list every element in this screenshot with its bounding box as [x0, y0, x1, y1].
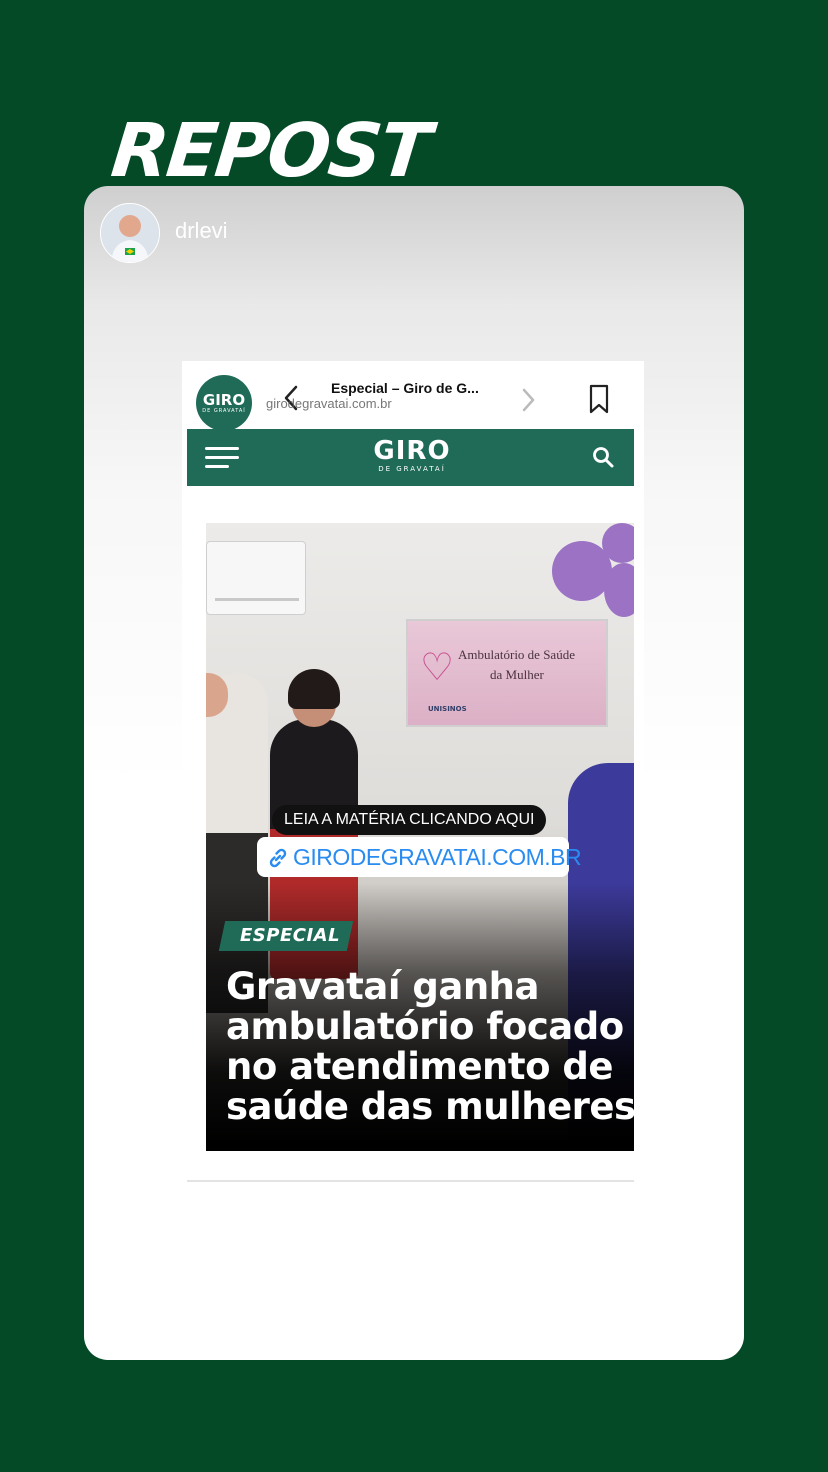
headline: Gravataí ganha ambulatório focado no ate…	[226, 967, 634, 1127]
balloon	[602, 523, 634, 563]
story-card: drlevi GIRO DE GRAVATAÍ Especial – Giro …	[84, 186, 744, 1360]
plaque-logos: UNISINOS	[428, 705, 467, 713]
repost-banner: REPOST	[107, 108, 433, 194]
plaque-line-2: da Mulher	[490, 667, 544, 682]
site-logo[interactable]: GIRO DE GRAVATAÍ	[367, 437, 457, 473]
site-navbar: GIRO DE GRAVATAÍ	[187, 429, 634, 486]
avatar[interactable]	[100, 203, 160, 263]
headline-line: saúde das mulheres	[226, 1085, 634, 1128]
badge-text: GIRO	[202, 391, 246, 409]
link-sticker[interactable]: GIRODEGRAVATAI.COM.BR	[257, 837, 582, 877]
link-url: GIRODEGRAVATAI.COM.BR	[293, 844, 582, 870]
heart-logo-icon: ♡	[420, 645, 455, 689]
link-icon	[269, 848, 287, 868]
plaque: ♡ Ambulatório de Saúde da Mulher UNISINO…	[406, 619, 608, 727]
search-icon[interactable]	[591, 445, 615, 469]
headline-line: Gravataí ganha	[226, 965, 540, 1008]
avatar-photo	[101, 204, 159, 262]
forward-icon[interactable]	[520, 387, 536, 413]
headline-line: ambulatório focado	[226, 1005, 624, 1048]
cta-label: LEIA A MATÉRIA CLICANDO AQUI	[272, 805, 547, 835]
plaque-line-1: Ambulatório de Saúde	[458, 647, 575, 662]
bookmark-icon[interactable]	[588, 384, 610, 414]
headline-line: no atendimento de	[226, 1045, 613, 1088]
browser-topbar: GIRO DE GRAVATAÍ Especial – Giro de G...…	[182, 361, 644, 431]
divider	[187, 1180, 634, 1182]
news-post-image[interactable]: ♡ Ambulatório de Saúde da Mulher UNISINO…	[206, 523, 634, 1151]
brand-sub: DE GRAVATAÍ	[378, 465, 446, 473]
category-tag-label: ESPECIAL	[240, 925, 341, 946]
badge-sub: DE GRAVATAÍ	[202, 408, 246, 414]
username[interactable]: drlevi	[175, 218, 228, 244]
page-url: girodegravatai.com.br	[266, 396, 392, 411]
brand-name: GIRO	[373, 436, 451, 466]
page-title: Especial – Giro de G...	[331, 380, 479, 396]
air-conditioner	[206, 541, 306, 615]
giro-profile-badge[interactable]: GIRO DE GRAVATAÍ	[196, 375, 252, 431]
reposted-screenshot[interactable]: GIRO DE GRAVATAÍ Especial – Giro de G...…	[182, 361, 644, 1360]
menu-icon[interactable]	[205, 446, 241, 470]
